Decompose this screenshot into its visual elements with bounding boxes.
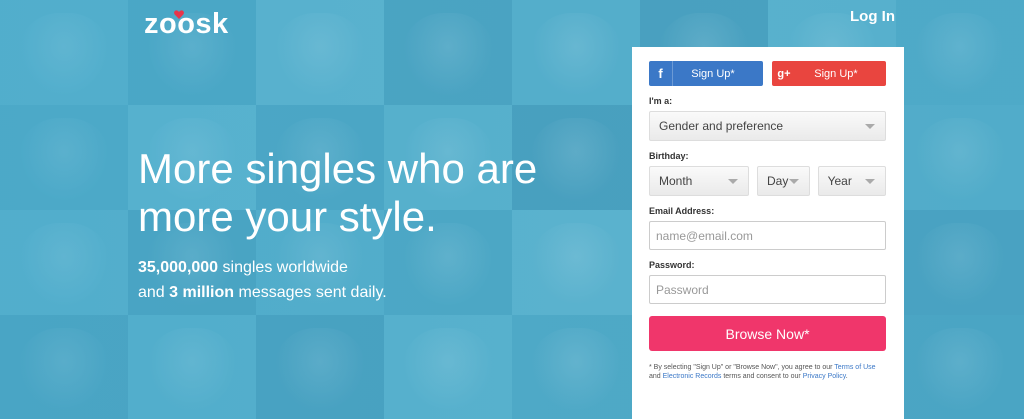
- birth-day-value: Day: [767, 174, 789, 188]
- stat-messages-count: 3 million: [169, 284, 235, 301]
- chevron-down-icon: [865, 179, 875, 184]
- legal-text-3: terms and consent to our: [721, 373, 803, 380]
- stat-messages-prefix: and: [138, 284, 170, 301]
- birth-month-select[interactable]: Month: [649, 166, 749, 196]
- social-signup-row: f Sign Up* g+ Sign Up*: [649, 61, 886, 86]
- facebook-signup-button[interactable]: f Sign Up*: [649, 61, 763, 86]
- hero-stats: 35,000,000 singles worldwide and 3 milli…: [138, 255, 387, 305]
- stat-singles-count: 35,000,000: [138, 259, 219, 276]
- legal-disclaimer: * By selecting "Sign Up" or "Browse Now"…: [649, 363, 886, 381]
- chevron-down-icon: [728, 179, 738, 184]
- google-signup-label: Sign Up*: [814, 67, 858, 80]
- birth-year-select[interactable]: Year: [817, 166, 886, 196]
- zoosk-logo[interactable]: zoosk: [144, 8, 229, 41]
- facebook-icon: f: [649, 61, 673, 86]
- hero-headline: More singles who are more your style.: [138, 145, 538, 240]
- stat-line-singles: 35,000,000 singles worldwide: [138, 255, 387, 280]
- browse-now-button[interactable]: Browse Now*: [649, 316, 886, 351]
- signup-panel: f Sign Up* g+ Sign Up* I'm a: Gender and…: [632, 47, 904, 419]
- electronic-records-link[interactable]: Electronic Records: [663, 373, 722, 380]
- logo-text: zoosk: [144, 8, 229, 40]
- google-plus-icon: g+: [777, 67, 791, 80]
- stat-line-messages: and 3 million messages sent daily.: [138, 280, 387, 305]
- stat-singles-text: singles worldwide: [218, 259, 348, 276]
- email-field[interactable]: [649, 221, 886, 250]
- gender-preference-value: Gender and preference: [659, 119, 784, 133]
- birth-month-value: Month: [659, 174, 693, 188]
- chevron-down-icon: [788, 179, 799, 184]
- birthday-selects: Month Day Year: [649, 166, 886, 196]
- privacy-policy-link[interactable]: Privacy Policy: [803, 373, 846, 380]
- legal-text-4: .: [845, 373, 848, 380]
- gender-preference-select[interactable]: Gender and preference: [649, 111, 886, 141]
- facebook-signup-label: Sign Up*: [691, 67, 735, 80]
- legal-text-1: * By selecting "Sign Up" or "Browse Now"…: [649, 364, 835, 371]
- heart-icon: [174, 10, 184, 19]
- google-signup-button[interactable]: g+ Sign Up*: [772, 61, 886, 86]
- login-link[interactable]: Log In: [850, 8, 895, 25]
- chevron-down-icon: [865, 124, 875, 129]
- password-label: Password:: [649, 260, 695, 270]
- password-field[interactable]: [649, 275, 886, 304]
- terms-of-use-link[interactable]: Terms of Use: [834, 364, 875, 371]
- email-label: Email Address:: [649, 206, 715, 216]
- birthday-label: Birthday:: [649, 151, 689, 161]
- legal-text-2: and: [649, 373, 663, 380]
- birth-year-value: Year: [827, 174, 852, 188]
- stat-messages-text: messages sent daily.: [234, 284, 387, 301]
- im-a-label: I'm a:: [649, 96, 673, 106]
- birth-day-select[interactable]: Day: [757, 166, 810, 196]
